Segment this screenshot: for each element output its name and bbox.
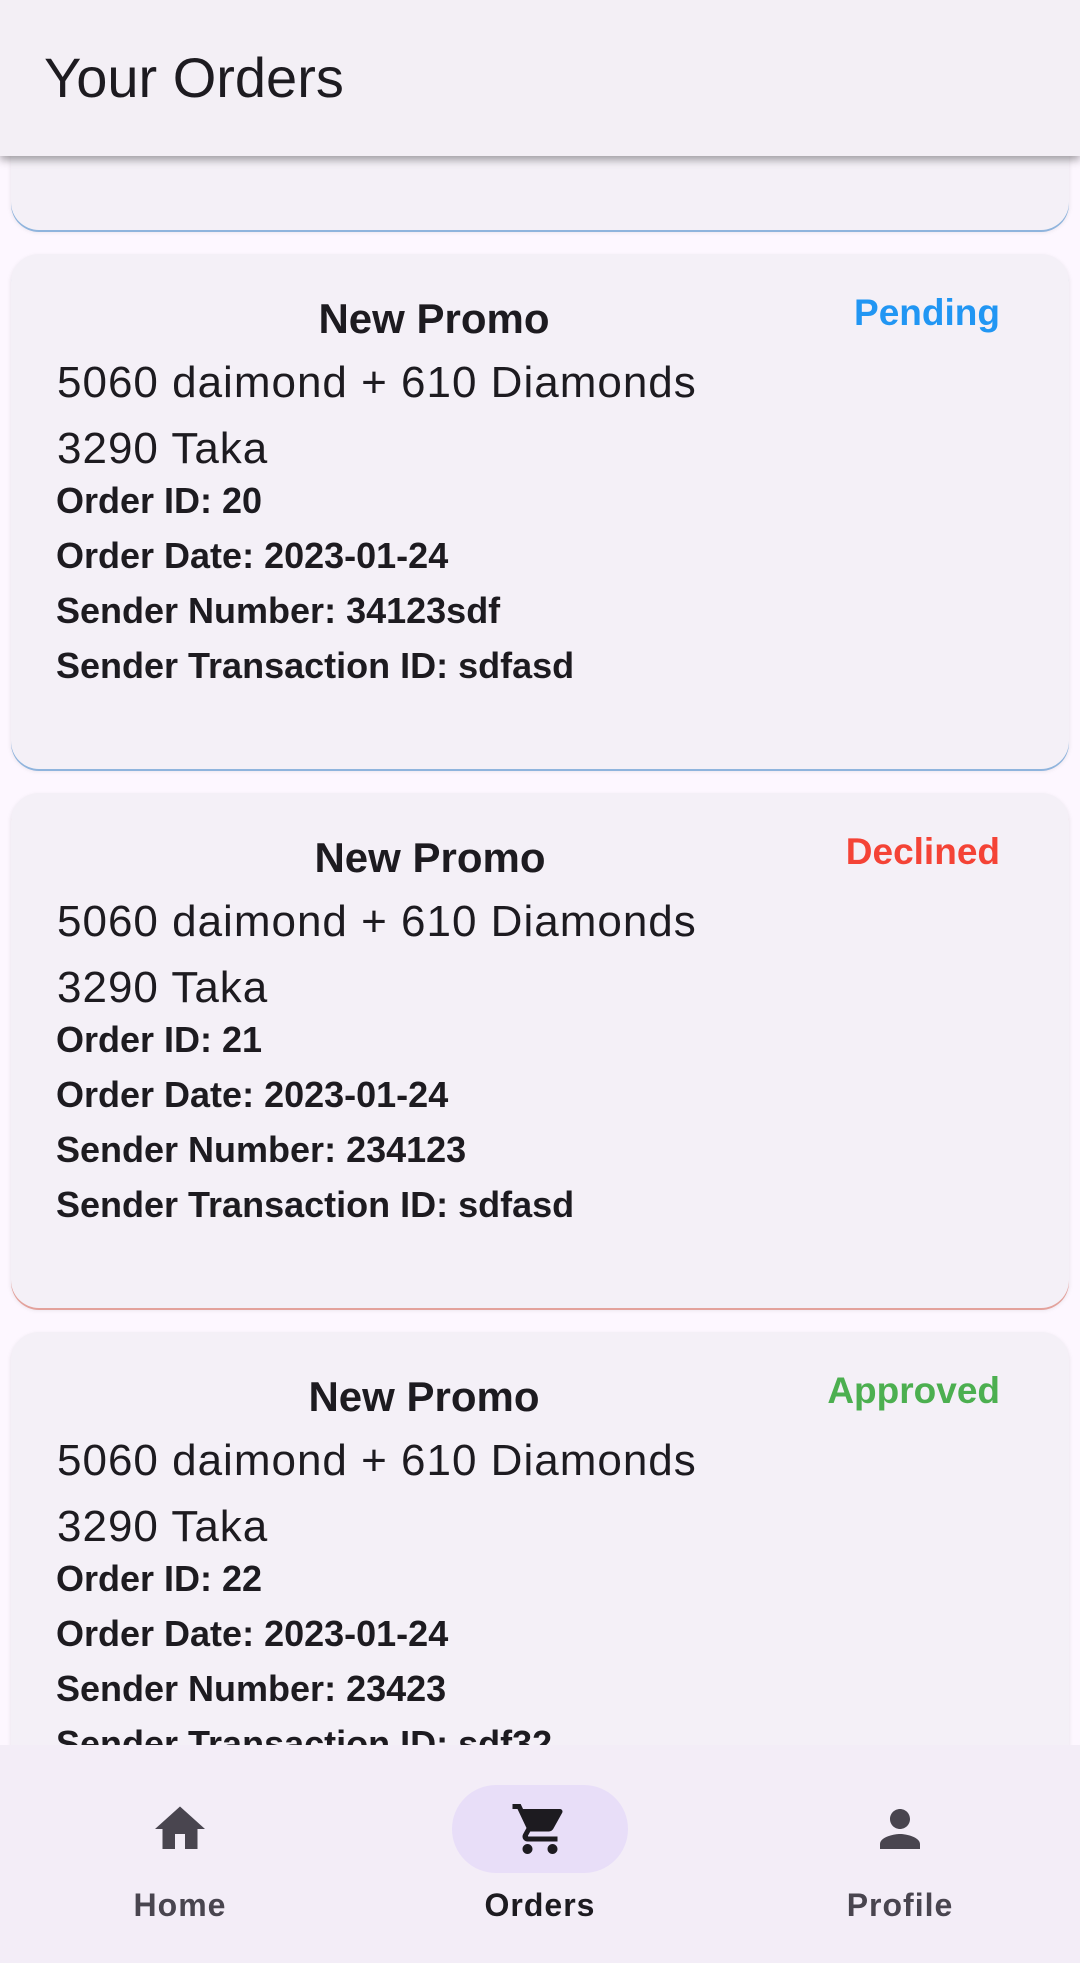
order-id: Order ID: 22 xyxy=(56,1558,263,1599)
order-price: 3290 Taka xyxy=(57,963,269,1012)
sender-number: Sender Number: 23423 xyxy=(56,1668,447,1709)
nav-item-orders[interactable]: Orders xyxy=(360,1745,720,1963)
page-title: Your Orders xyxy=(44,46,344,109)
shopping-cart-icon xyxy=(510,1799,570,1859)
order-title: New Promo xyxy=(318,295,550,342)
sender-transaction-id: Sender Transaction ID: sdfasd xyxy=(56,645,575,686)
order-price: 3290 Taka xyxy=(57,424,269,473)
order-card[interactable]: New Promo Pending 5060 daimond + 610 Dia… xyxy=(11,254,1069,769)
nav-item-profile[interactable]: Profile xyxy=(720,1745,1080,1963)
nav-label: Orders xyxy=(484,1887,596,1923)
order-date: Order Date: 2023-01-24 xyxy=(56,1074,449,1115)
sender-transaction-id: Sender Transaction ID: sdfasd xyxy=(56,1184,575,1225)
nav-item-home[interactable]: Home xyxy=(0,1745,360,1963)
nav-pill xyxy=(812,1785,988,1873)
home-icon xyxy=(150,1799,210,1859)
nav-pill-active xyxy=(452,1785,628,1873)
order-price: 3290 Taka xyxy=(57,1502,269,1551)
order-title: New Promo xyxy=(308,1373,540,1420)
order-title: New Promo xyxy=(314,834,546,881)
order-id: Order ID: 21 xyxy=(56,1019,263,1060)
sender-transaction-id: Sender Transaction ID: sdf32 xyxy=(56,1723,553,1745)
order-date: Order Date: 2023-01-24 xyxy=(56,535,449,576)
nav-label: Profile xyxy=(846,1887,954,1923)
order-package: 5060 daimond + 610 Diamonds xyxy=(57,897,697,946)
status-badge: Declined xyxy=(845,831,1000,872)
person-icon xyxy=(870,1799,930,1859)
order-id: Order ID: 20 xyxy=(56,480,263,521)
order-card[interactable]: New Promo Declined 5060 daimond + 610 Di… xyxy=(11,793,1069,1308)
order-card[interactable]: New Promo Approved 5060 daimond + 610 Di… xyxy=(11,1332,1069,1745)
app-bar: Your Orders xyxy=(0,0,1080,156)
nav-pill xyxy=(92,1785,268,1873)
sender-number: Sender Number: 34123sdf xyxy=(56,590,501,631)
status-badge: Approved xyxy=(827,1370,1000,1411)
status-badge: Pending xyxy=(854,292,1000,333)
order-package: 5060 daimond + 610 Diamonds xyxy=(57,358,697,407)
nav-label: Home xyxy=(133,1887,227,1923)
orders-list[interactable]: New Promo Pending 5060 daimond + 610 Dia… xyxy=(0,0,1080,1745)
sender-number: Sender Number: 234123 xyxy=(56,1129,467,1170)
bottom-navigation: Home Orders Profile xyxy=(0,1745,1080,1963)
order-date: Order Date: 2023-01-24 xyxy=(56,1613,449,1654)
order-package: 5060 daimond + 610 Diamonds xyxy=(57,1436,697,1485)
